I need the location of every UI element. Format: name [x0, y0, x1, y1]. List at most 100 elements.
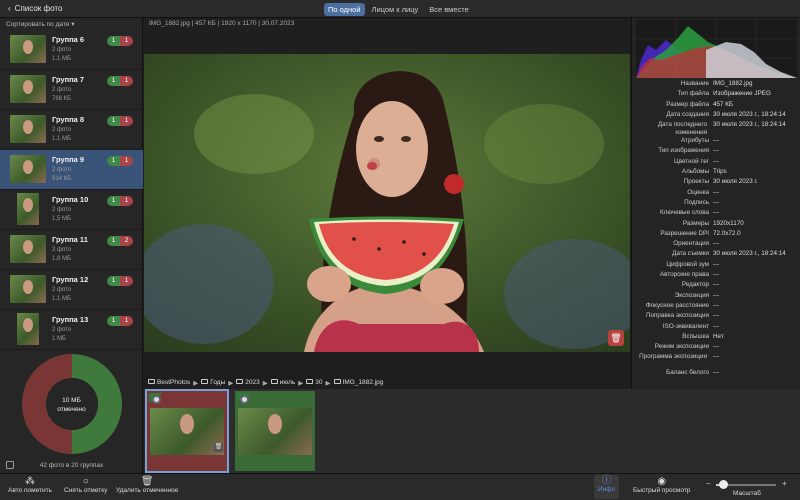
group-item[interactable]: Группа 6 2 фото 1,1 МБ 1 1: [0, 30, 143, 70]
discard-count-badge: 1: [120, 276, 133, 286]
group-item[interactable]: Группа 10 2 фото 1,5 МБ 1 1: [0, 190, 143, 230]
trash-icon[interactable]: 🗑: [214, 443, 223, 452]
metadata-key: Проекты: [683, 178, 709, 186]
group-item[interactable]: Группа 8 2 фото 1,1 МБ 1 1: [0, 110, 143, 150]
metadata-key: Программа экспозиции: [639, 353, 707, 361]
photo-image: [144, 54, 630, 352]
metadata-value: ---: [713, 369, 720, 377]
marked-label: отмечено: [57, 406, 86, 413]
group-badges: 11: [107, 156, 133, 166]
info-button[interactable]: ⓘ Инфо: [594, 475, 620, 499]
trash-icon[interactable]: 🗑: [608, 330, 624, 346]
group-size: 1,1 МБ: [52, 136, 71, 142]
breadcrumb-label: BestPhotos: [157, 379, 191, 386]
folder-icon: [306, 379, 314, 384]
unmark-button[interactable]: ○ Снять отметку: [64, 476, 107, 494]
metadata-key: Баланс белого: [666, 369, 709, 377]
main-photo[interactable]: 🗑: [144, 54, 630, 352]
quick-look-button[interactable]: ◉ Быстрый просмотр: [633, 476, 690, 494]
folder-icon: [270, 379, 278, 384]
zoom-out-icon[interactable]: −: [706, 479, 711, 488]
breadcrumb-item[interactable]: BestPhotos: [148, 379, 190, 386]
metadata-value: ---: [713, 281, 720, 289]
photo-viewer: IMG_1882.jpg | 457 КБ | 1920 x 1170 | 30…: [144, 18, 630, 375]
zoom-slider[interactable]: − +: [706, 479, 790, 490]
breadcrumb-item[interactable]: IMG_1882.jpg: [333, 379, 383, 386]
group-thumbnail: [10, 75, 46, 103]
metadata-row: Авторские права ---: [632, 271, 800, 281]
zoom-in-icon[interactable]: +: [782, 479, 787, 488]
filmstrip-thumbnail[interactable]: [235, 391, 315, 471]
group-photo-count: 2 фото: [52, 287, 72, 293]
auto-mark-button[interactable]: ⁂ Авто пометить: [8, 476, 52, 494]
back-label: Список фото: [14, 4, 63, 13]
breadcrumb-separator-icon: ▶: [228, 379, 234, 387]
group-photo-count: 2 фото: [52, 207, 72, 213]
metadata-row: Ориентация ---: [632, 240, 800, 250]
keep-count-badge: 1: [107, 316, 120, 326]
breadcrumb-separator-icon: ▶: [262, 379, 268, 387]
group-badges: 11: [107, 116, 133, 126]
metadata-value: ---: [713, 188, 720, 196]
group-name: Группа 7: [52, 75, 85, 84]
group-name: Группа 12: [52, 275, 89, 284]
top-bar: ‹ Список фото По одной Лицом к лицу Все вм…: [0, 0, 800, 18]
metadata-value: ---: [713, 147, 720, 155]
breadcrumb-item[interactable]: 2023: [236, 379, 260, 386]
metadata-value: 30 июля 2023 г.: [713, 178, 758, 186]
metadata-value: Trips: [713, 168, 727, 176]
filmstrip-thumbnail[interactable]: 🗑: [145, 389, 229, 473]
group-sidebar: Сортировать по дате ▾ Группа 6 2 фото 1,1 …: [0, 18, 143, 473]
metadata-row: Оценка ---: [632, 189, 800, 199]
view-mode-2[interactable]: Все вместе: [425, 3, 473, 16]
metadata-row: Редактор ---: [632, 281, 800, 291]
breadcrumb-item[interactable]: 30: [306, 379, 323, 386]
metadata-row: Тип файла Изображение JPEG: [632, 90, 800, 100]
breadcrumb-label: 2023: [245, 379, 260, 386]
group-item[interactable]: Группа 12 2 фото 1,1 МБ 1 1: [0, 270, 143, 310]
keep-count-badge: 1: [107, 36, 120, 46]
discard-count-badge: 1: [120, 316, 133, 326]
donut-label: 10 МБ отмечено: [0, 396, 143, 414]
metadata-value: 30 июля 2023 г., 18:24:14: [713, 121, 786, 129]
group-thumbnail: [17, 193, 39, 225]
metadata-value: 457 КБ: [713, 100, 734, 108]
group-item[interactable]: Группа 11 3 фото 1,8 МБ 1 2: [0, 230, 143, 270]
metadata-row: Программа экспозиции ---: [632, 353, 800, 369]
metadata-row: Вспышка Нет: [632, 333, 800, 343]
group-item[interactable]: Группа 7 2 фото 768 КБ 1 1: [0, 70, 143, 110]
sort-dropdown[interactable]: Сортировать по дате ▾: [6, 20, 74, 28]
metadata-key: Название: [680, 80, 709, 87]
discard-count-badge: 1: [120, 156, 133, 166]
discard-count-badge: 1: [120, 76, 133, 86]
metadata-row: Цифровой зум ---: [632, 261, 800, 271]
breadcrumb-item[interactable]: Годы: [201, 379, 225, 386]
status-dot-icon[interactable]: [240, 395, 249, 404]
metadata-key: Разрешение DPI: [660, 229, 709, 237]
metadata-value: ---: [713, 322, 720, 330]
metadata-key: Цифровой зум: [666, 260, 709, 268]
group-size: 1,1 МБ: [52, 56, 71, 62]
group-badges: 11: [107, 76, 133, 86]
group-thumbnail: [10, 35, 46, 63]
marked-size: 10 МБ: [62, 397, 81, 404]
breadcrumb-item[interactable]: июль: [270, 379, 295, 386]
metadata-row: Размер файла 457 КБ: [632, 101, 800, 111]
group-item[interactable]: Группа 13 2 фото 1 МБ 1 1: [0, 310, 143, 350]
metadata-key: Дата последнего изменения: [657, 121, 707, 136]
group-size: 914 КБ: [52, 176, 72, 182]
zoom-knob[interactable]: [719, 480, 729, 489]
folder-icon: [201, 379, 209, 384]
status-dot-icon[interactable]: [152, 395, 161, 404]
view-mode-0[interactable]: По одной: [324, 3, 365, 16]
delete-marked-button[interactable]: 🗑 Удалить отмеченное: [116, 476, 178, 494]
breadcrumb-label: Годы: [210, 379, 226, 386]
back-button[interactable]: ‹ Список фото: [8, 4, 62, 13]
group-size: 1,5 МБ: [52, 216, 71, 222]
view-mode-1[interactable]: Лицом к лицу: [368, 3, 423, 16]
group-size: 768 КБ: [52, 96, 72, 102]
group-photo-count: 2 фото: [52, 127, 72, 133]
group-photo-count: 2 фото: [52, 167, 72, 173]
group-item[interactable]: Группа 9 2 фото 914 КБ 1 1: [0, 150, 143, 190]
metadata-key: Тип изображения: [658, 147, 709, 155]
